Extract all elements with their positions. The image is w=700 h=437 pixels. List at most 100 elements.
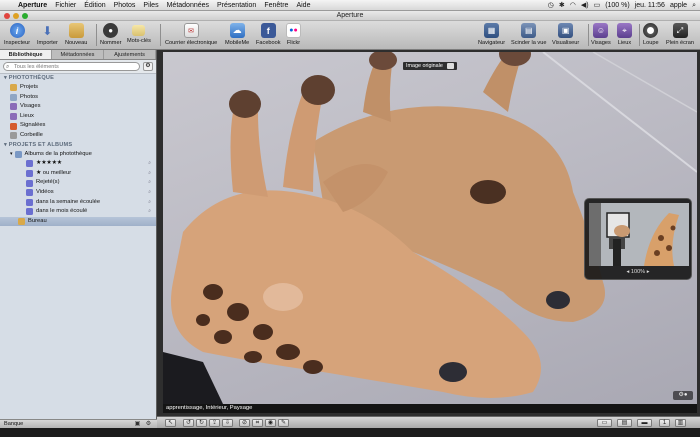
straighten-icon[interactable]: ⊘ <box>239 419 250 427</box>
sidebar-item-projets[interactable]: Projets <box>0 83 156 93</box>
battery-icon[interactable]: ▭ <box>594 0 601 11</box>
crop-icon[interactable]: ⌗ <box>252 419 263 427</box>
close-window-icon[interactable] <box>4 13 10 19</box>
smart-search-icon: ⌕ <box>148 208 151 215</box>
menu-edition[interactable]: Édition <box>80 0 109 11</box>
trash-icon <box>10 132 17 140</box>
album-videos[interactable]: Vidéos ⌕ <box>0 188 156 198</box>
facebook-button[interactable]: f Facebook <box>256 23 281 46</box>
volume-icon[interactable]: ◀) <box>581 0 589 11</box>
new-folder-icon <box>68 23 84 38</box>
tab-ajustements[interactable]: Ajustements <box>104 50 156 59</box>
cloud-icon: ☁ <box>229 23 245 38</box>
add-icon[interactable]: ▣ <box>133 421 142 428</box>
album-mois-ecoule[interactable]: dans le mois écoulé ⌕ <box>0 207 156 217</box>
album-semaine-ecoulee[interactable]: dans la semaine écoulée ⌕ <box>0 198 156 208</box>
spotlight-icon[interactable]: ⌕ <box>692 0 696 11</box>
menu-fenetre[interactable]: Fenêtre <box>260 0 292 11</box>
sidebar-item-corbeille[interactable]: Corbeille <box>0 131 156 141</box>
select-tool-icon[interactable]: ↖ <box>165 419 176 427</box>
timemachine-icon[interactable]: ◷ <box>548 0 554 11</box>
tab-metadonnees[interactable]: Métadonnées <box>52 50 104 59</box>
flickr-button[interactable]: ● ● Flickr <box>286 23 301 46</box>
navigateur-button[interactable]: ▦ Navigateur <box>478 23 505 46</box>
sidebar-item-visages[interactable]: Visages <box>0 102 156 112</box>
primary-only-icon[interactable]: 1 <box>659 419 670 427</box>
plein-ecran-button[interactable]: ⤢ Plein écran <box>666 23 694 46</box>
inspecteur-button[interactable]: i Inspecteur <box>4 23 30 46</box>
toolbar: i Inspecteur ⬇ Importer Nouveau ● Nommer… <box>0 21 700 50</box>
navigator-thumbnail[interactable] <box>589 203 689 266</box>
sidebar-item-signalees[interactable]: Signalées <box>0 121 156 131</box>
menu-fichier[interactable]: Fichier <box>51 0 80 11</box>
smart-search-icon: ⌕ <box>148 179 151 186</box>
loupe-button[interactable]: Loupe <box>643 23 659 46</box>
user-menu[interactable]: apple <box>670 0 687 11</box>
view-browser-icon[interactable]: ▭ <box>597 419 612 427</box>
smart-album-icon <box>26 189 33 197</box>
nommer-button[interactable]: ● Nommer <box>100 23 121 46</box>
faces-icon: ☺ <box>593 23 609 38</box>
section-projets-albums[interactable]: ▾ PROJETS ET ALBUMS <box>0 141 156 150</box>
scinder-button[interactable]: ▤ Scinder la vue <box>511 23 546 46</box>
action-gear-icon[interactable]: ⚙ <box>144 421 153 428</box>
bluetooth-icon[interactable]: ✱ <box>559 0 565 11</box>
mobileme-button[interactable]: ☁ MobileMe <box>225 23 249 46</box>
multi-view-icon[interactable]: ▥ <box>675 419 686 427</box>
clock[interactable]: jeu. 11:56 <box>635 0 665 11</box>
menu-metadonnees[interactable]: Métadonnées <box>163 0 213 11</box>
facebook-icon: f <box>260 23 276 38</box>
lift-stamp-icon[interactable]: ⇪ <box>209 419 220 427</box>
courrier-button[interactable]: ✉ Courrier électronique <box>165 23 217 46</box>
smart-album-icon <box>26 160 33 168</box>
menu-presentation[interactable]: Présentation <box>213 0 260 11</box>
wifi-icon[interactable]: ◠ <box>570 0 576 11</box>
navigator-hud[interactable]: ◂ 100% ▸ <box>584 198 692 280</box>
stamp-icon[interactable]: ⇩ <box>222 419 233 427</box>
menu-piles[interactable]: Piles <box>139 0 162 11</box>
redeye-icon[interactable]: ◉ <box>265 419 276 427</box>
sidebar-item-lieux[interactable]: Lieux <box>0 112 156 122</box>
badge-photo-icon <box>446 63 454 69</box>
menu-photos[interactable]: Photos <box>110 0 140 11</box>
smart-search-icon: ⌕ <box>148 198 151 205</box>
importer-button[interactable]: ⬇ Importer <box>37 23 58 47</box>
section-phototheque[interactable]: ▾ PHOTOTHÈQUE <box>0 74 156 83</box>
overlay-controls[interactable]: ⚙● <box>673 391 693 400</box>
rotate-left-icon[interactable]: ↺ <box>183 419 194 427</box>
zoom-window-icon[interactable] <box>22 13 28 19</box>
album-five-stars[interactable]: ★★★★★ ⌕ <box>0 159 156 169</box>
retouch-brush-icon[interactable]: ✎ <box>278 419 289 427</box>
folder-albums-phototheque[interactable]: ▾ Albums de la photothèque <box>0 150 156 160</box>
smart-search-icon: ⌕ <box>148 160 151 167</box>
window-titlebar: Aperture <box>0 11 700 21</box>
view-viewer-icon[interactable]: ▬ <box>637 419 652 427</box>
smart-search-icon: ⌕ <box>148 169 151 176</box>
visualiseur-button[interactable]: ▣ Visualiseur <box>552 23 579 46</box>
projects-icon <box>10 84 17 92</box>
gear-icon[interactable]: ⚙ <box>143 62 153 71</box>
rotate-right-icon[interactable]: ↻ <box>196 419 207 427</box>
loupe-icon <box>643 23 659 38</box>
lieux-button[interactable]: ⌖ Lieux <box>617 23 632 46</box>
tab-bibliotheque[interactable]: Bibliothèque <box>0 50 52 59</box>
album-rejetes[interactable]: Rejeté(s) ⌕ <box>0 178 156 188</box>
battery-percent: (100 %) <box>605 1 630 9</box>
vault-label: Banque <box>4 421 24 427</box>
search-input[interactable]: ⌕ Tous les éléments <box>3 62 140 71</box>
view-split-icon[interactable]: ▤ <box>617 419 632 427</box>
navigator-zoom[interactable]: ◂ 100% ▸ <box>585 269 691 275</box>
dock-strip <box>0 428 700 437</box>
sidebar-item-photos[interactable]: Photos <box>0 93 156 103</box>
menu-aide[interactable]: Aide <box>292 0 314 11</box>
mail-stamp-icon: ✉ <box>183 23 199 38</box>
nouveau-button[interactable]: Nouveau <box>65 23 87 46</box>
album-one-star-or-better[interactable]: ★ ou meilleur ⌕ <box>0 169 156 179</box>
visages-button[interactable]: ☺ Visages <box>591 23 611 46</box>
project-bureau[interactable]: Bureau <box>0 216 156 227</box>
flickr-icon: ● ● <box>286 23 301 38</box>
mots-cles-button[interactable]: Mots-clés <box>127 23 151 44</box>
minimize-window-icon[interactable] <box>13 13 19 19</box>
person-icon: ● <box>103 23 119 38</box>
menu-aperture[interactable]: Aperture <box>14 0 51 11</box>
